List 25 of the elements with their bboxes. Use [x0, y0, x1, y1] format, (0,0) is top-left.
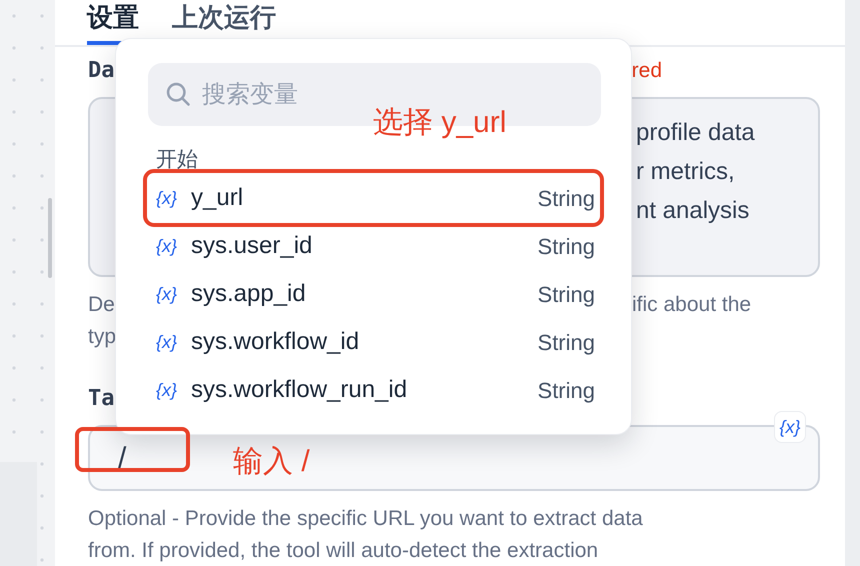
type-label: String	[538, 280, 595, 309]
field-label: Da	[88, 57, 114, 85]
help-text: Optional - Provide the specific URL you want to extract data	[88, 506, 643, 532]
variable-name: sys.workflow_run_id	[191, 375, 408, 405]
variable-icon: {x}	[156, 232, 191, 260]
variable-icon: {x}	[156, 280, 191, 308]
variable-name: y_url	[191, 183, 244, 213]
type-label: String	[538, 232, 595, 261]
type-label: String	[538, 328, 595, 357]
help-text: from. If provided, the tool will auto-detect the extraction	[88, 538, 598, 564]
annotation-text: 输入 /	[233, 444, 310, 480]
help-text: typ	[88, 324, 116, 350]
variable-icon: {x}	[156, 376, 191, 404]
variable-name: sys.workflow_id	[191, 327, 360, 357]
variable-icon: {x}	[156, 184, 191, 212]
required-label: red	[632, 58, 662, 84]
type-label: String	[538, 376, 595, 405]
variable-name: sys.app_id	[191, 279, 306, 309]
variable-icon: {x}	[156, 328, 191, 356]
help-text: ific about the	[632, 292, 752, 318]
variable-name: sys.user_id	[191, 231, 312, 261]
type-label: String	[538, 184, 595, 213]
group-heading: 开始	[155, 147, 199, 173]
field-label: Ta	[88, 385, 114, 413]
help-text: De	[88, 292, 115, 318]
